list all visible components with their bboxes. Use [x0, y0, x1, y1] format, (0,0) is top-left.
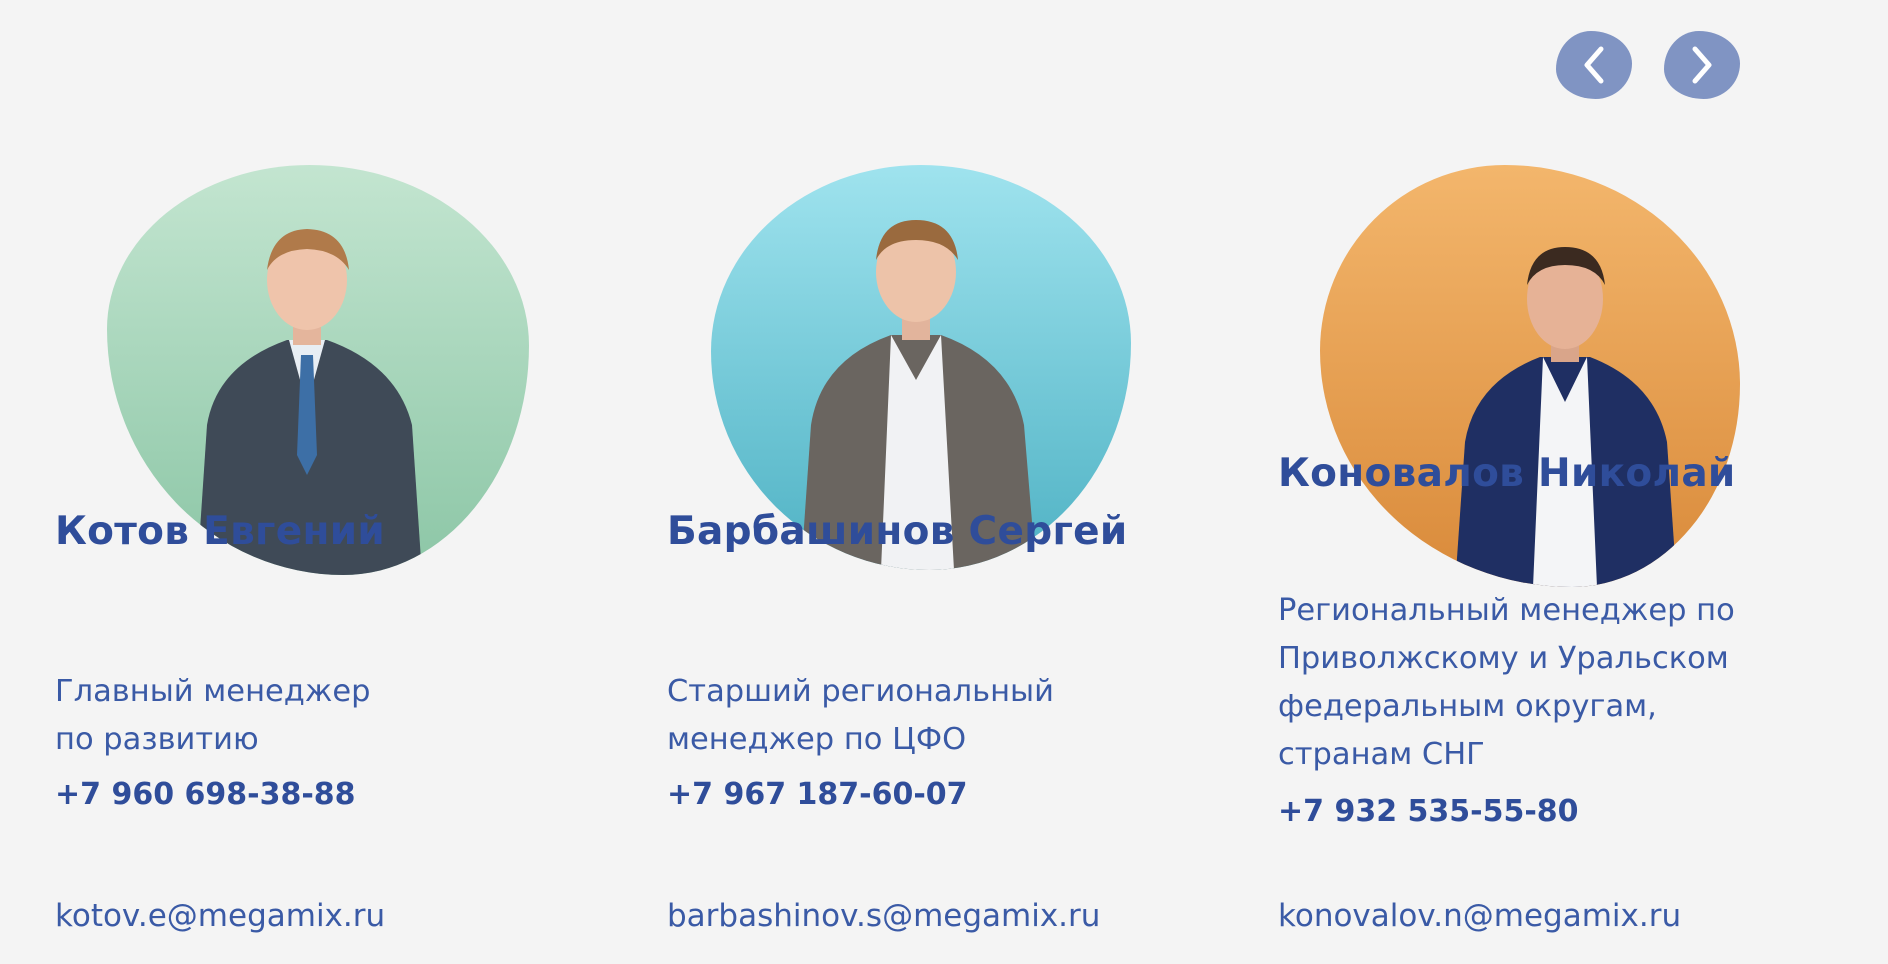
contact-role: Региональный менеджер по [1278, 593, 1735, 628]
contact-role: Главный менеджер [55, 674, 371, 709]
contact-phone[interactable]: +7 960 698-38-88 [55, 775, 356, 815]
contact-phone[interactable]: +7 967 187-60-07 [667, 775, 968, 815]
contact-name: Барбашинов Сергей [667, 509, 1128, 554]
contact-name: Коновалов Николай [1278, 451, 1736, 496]
contact-phone[interactable]: +7 932 535-55-80 [1278, 792, 1579, 832]
avatar [1320, 165, 1740, 587]
contact-role: Приволжскому и Уральском [1278, 641, 1729, 676]
contact-role: менеджер по ЦФО [667, 722, 967, 757]
contact-card: Барбашинов Сергей Старший региональный м… [611, 0, 1171, 964]
contact-role: по развитию [55, 722, 259, 757]
contact-email[interactable]: konovalov.n@megamix.ru [1278, 896, 1681, 936]
contact-card: Коновалов Николай Региональный менеджер … [1222, 0, 1782, 964]
contact-name: Котов Евгений [55, 509, 385, 554]
contact-card: Котов Евгений Главный менеджер по развит… [0, 0, 560, 964]
contact-role: Старший региональный [667, 674, 1054, 709]
contact-email[interactable]: barbashinov.s@megamix.ru [667, 896, 1100, 936]
person-photo [1455, 247, 1677, 587]
contact-role: странам СНГ [1278, 737, 1485, 772]
contact-role: федеральным округам, [1278, 689, 1657, 724]
contact-email[interactable]: kotov.e@megamix.ru [55, 896, 385, 936]
